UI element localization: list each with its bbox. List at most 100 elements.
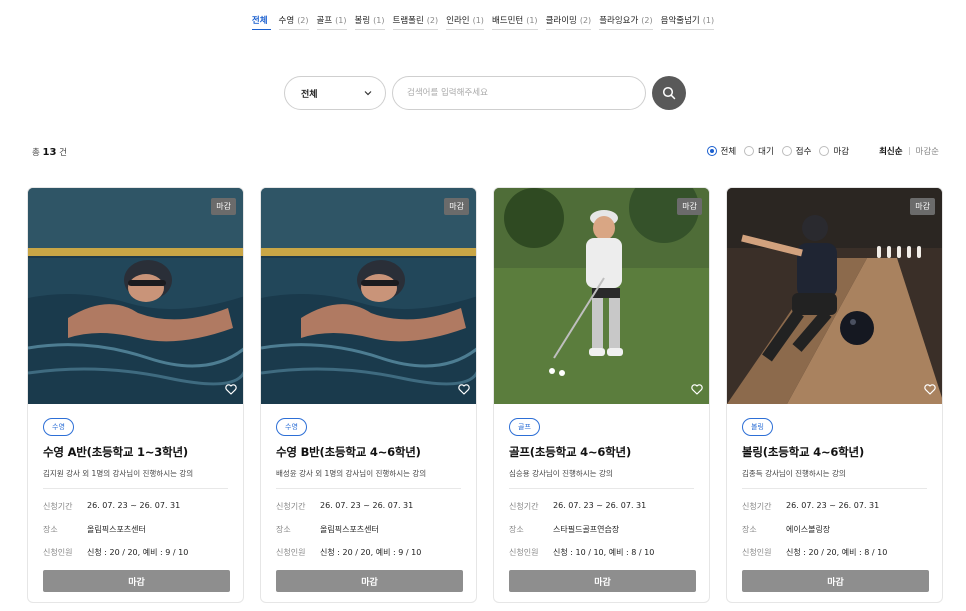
period-value: 26. 07. 23 ~ 26. 07. 31 [786,501,880,510]
tab-label: 수영 [278,16,295,26]
place-value: 스타필드골프연습장 [553,525,620,534]
tab-golf[interactable]: 골프 (1) [316,14,347,30]
course-card[interactable]: 마감 골프 골프(초등학교 4~6학년) 심승용 강사님이 진행하시는 강의 신… [493,187,710,603]
course-card[interactable]: 마감 볼링 볼링(초등학교 4~6학년) 김종득 강사님이 진행하시는 강의 신… [726,187,943,603]
radio-button[interactable] [819,146,830,156]
capacity-value: 신청 : 20 / 20, 예비 : 9 / 10 [320,548,422,557]
tab-trampoline[interactable]: 트램폴린 (2) [392,14,439,30]
filter-waiting[interactable]: 대기 [744,145,774,157]
tab-label: 음악줄넘기 [660,16,700,26]
count-value: 13 [42,147,57,158]
search-icon [662,86,676,100]
tab-badminton[interactable]: 배드민턴 (1) [491,14,538,30]
period-label: 신청기간 [276,502,306,511]
filter-label: 전체 [720,147,737,157]
closed-badge: 마감 [211,198,236,215]
capacity-value: 신청 : 20 / 20, 예비 : 8 / 10 [786,548,888,557]
period-label: 신청기간 [509,502,539,511]
card-body: 골프 골프(초등학교 4~6학년) 심승용 강사님이 진행하시는 강의 신청기간… [494,404,709,592]
divider [742,488,927,489]
heart-icon[interactable] [458,384,470,395]
closed-badge: 마감 [444,198,469,215]
place-value: 올림픽스포츠센터 [320,525,379,534]
divider [509,488,694,489]
category-chip: 수영 [276,418,307,436]
tab-inline[interactable]: 인라인 (1) [446,14,484,30]
course-card[interactable]: 마감 수영 수영 B반(초등학교 4~6학년) 배성윤 강사 외 1명의 강사님… [260,187,477,603]
closed-button[interactable]: 마감 [509,570,696,592]
search-bar: 전체 [284,76,686,110]
card-body: 수영 수영 B반(초등학교 4~6학년) 배성윤 강사 외 1명의 강사님이 진… [261,404,476,592]
tab-count: (1) [702,16,715,25]
tab-label: 플라잉요가 [599,16,639,26]
capacity-row: 신청인원 신청 : 10 / 10, 예비 : 8 / 10 [509,547,694,558]
filter-label: 접수 [795,147,812,157]
radio-button[interactable] [744,146,755,156]
category-chip: 골프 [509,418,540,436]
course-image: 마감 [494,188,709,404]
course-card[interactable]: 마감 수영 수영 A반(초등학교 1~3학년) 김지원 강사 외 1명의 강사님… [27,187,244,603]
course-image: 마감 [727,188,942,404]
tab-label: 인라인 [446,16,470,26]
tab-count: (2) [426,16,439,25]
course-image: 마감 [28,188,243,404]
search-button[interactable] [652,76,686,110]
divider [43,488,228,489]
place-label: 장소 [276,525,291,534]
course-description: 배성윤 강사 외 1명의 강사님이 진행하시는 강의 [276,469,427,478]
tab-count: (1) [526,16,538,25]
course-title[interactable]: 볼링(초등학교 4~6학년) [742,444,927,460]
course-description: 김지원 강사 외 1명의 강사님이 진행하시는 강의 [43,469,194,478]
place-label: 장소 [742,525,757,534]
period-label: 신청기간 [742,502,772,511]
filter-all[interactable]: 전체 [706,145,737,157]
course-title[interactable]: 골프(초등학교 4~6학년) [509,444,694,460]
tab-swimming[interactable]: 수영 (2) [278,14,309,30]
tab-flying-yoga[interactable]: 플라잉요가 (2) [599,14,653,30]
category-select[interactable]: 전체 [284,76,386,110]
filter-accepting[interactable]: 접수 [781,145,812,157]
tab-count: (1) [373,16,385,25]
tab-all[interactable]: 전체 [251,14,271,30]
chevron-down-icon [364,91,372,96]
sort-latest[interactable]: 최신순 [879,145,902,157]
capacity-label: 신청인원 [276,548,306,557]
place-row: 장소 스타필드골프연습장 [509,524,694,535]
category-chip: 볼링 [742,418,773,436]
count-prefix: 총 [32,148,40,158]
search-input[interactable] [392,76,646,110]
heart-icon[interactable] [924,384,936,395]
closed-button[interactable]: 마감 [43,570,230,592]
select-value: 전체 [301,89,318,100]
period-value: 26. 07. 23 ~ 26. 07. 31 [320,501,414,510]
place-row: 장소 올림픽스포츠센터 [276,524,461,535]
tab-music-jumprope[interactable]: 음악줄넘기 (1) [660,14,715,30]
tab-label: 골프 [316,16,333,26]
divider [276,488,461,489]
course-title[interactable]: 수영 A반(초등학교 1~3학년) [43,444,228,460]
filter-closed[interactable]: 마감 [819,145,849,157]
course-title[interactable]: 수영 B반(초등학교 4~6학년) [276,444,461,460]
place-row: 장소 에이스볼링장 [742,524,927,535]
card-body: 수영 수영 A반(초등학교 1~3학년) 김지원 강사 외 1명의 강사님이 진… [28,404,243,592]
radio-button[interactable] [706,146,717,156]
course-description: 심승용 강사님이 진행하시는 강의 [509,469,613,478]
period-value: 26. 07. 23 ~ 26. 07. 31 [553,501,647,510]
status-filters: 전체 대기 접수 마감 최신순 마감순 [699,145,939,157]
tab-bowling[interactable]: 볼링 (1) [354,14,385,30]
count-suffix: 건 [59,148,67,158]
filter-label: 대기 [758,147,774,157]
heart-icon[interactable] [691,384,703,395]
sort-deadline[interactable]: 마감순 [916,145,939,157]
closed-button[interactable]: 마감 [742,570,929,592]
tab-label: 배드민턴 [491,16,524,26]
heart-icon[interactable] [225,384,237,395]
filter-label: 마감 [833,147,850,157]
capacity-row: 신청인원 신청 : 20 / 20, 예비 : 9 / 10 [43,547,228,558]
radio-button[interactable] [781,146,792,156]
tab-climbing[interactable]: 클라이밍 (2) [545,14,592,30]
capacity-value: 신청 : 10 / 10, 예비 : 8 / 10 [553,548,655,557]
course-description: 김종득 강사님이 진행하시는 강의 [742,469,846,478]
tab-count: (2) [641,16,653,25]
closed-button[interactable]: 마감 [276,570,463,592]
